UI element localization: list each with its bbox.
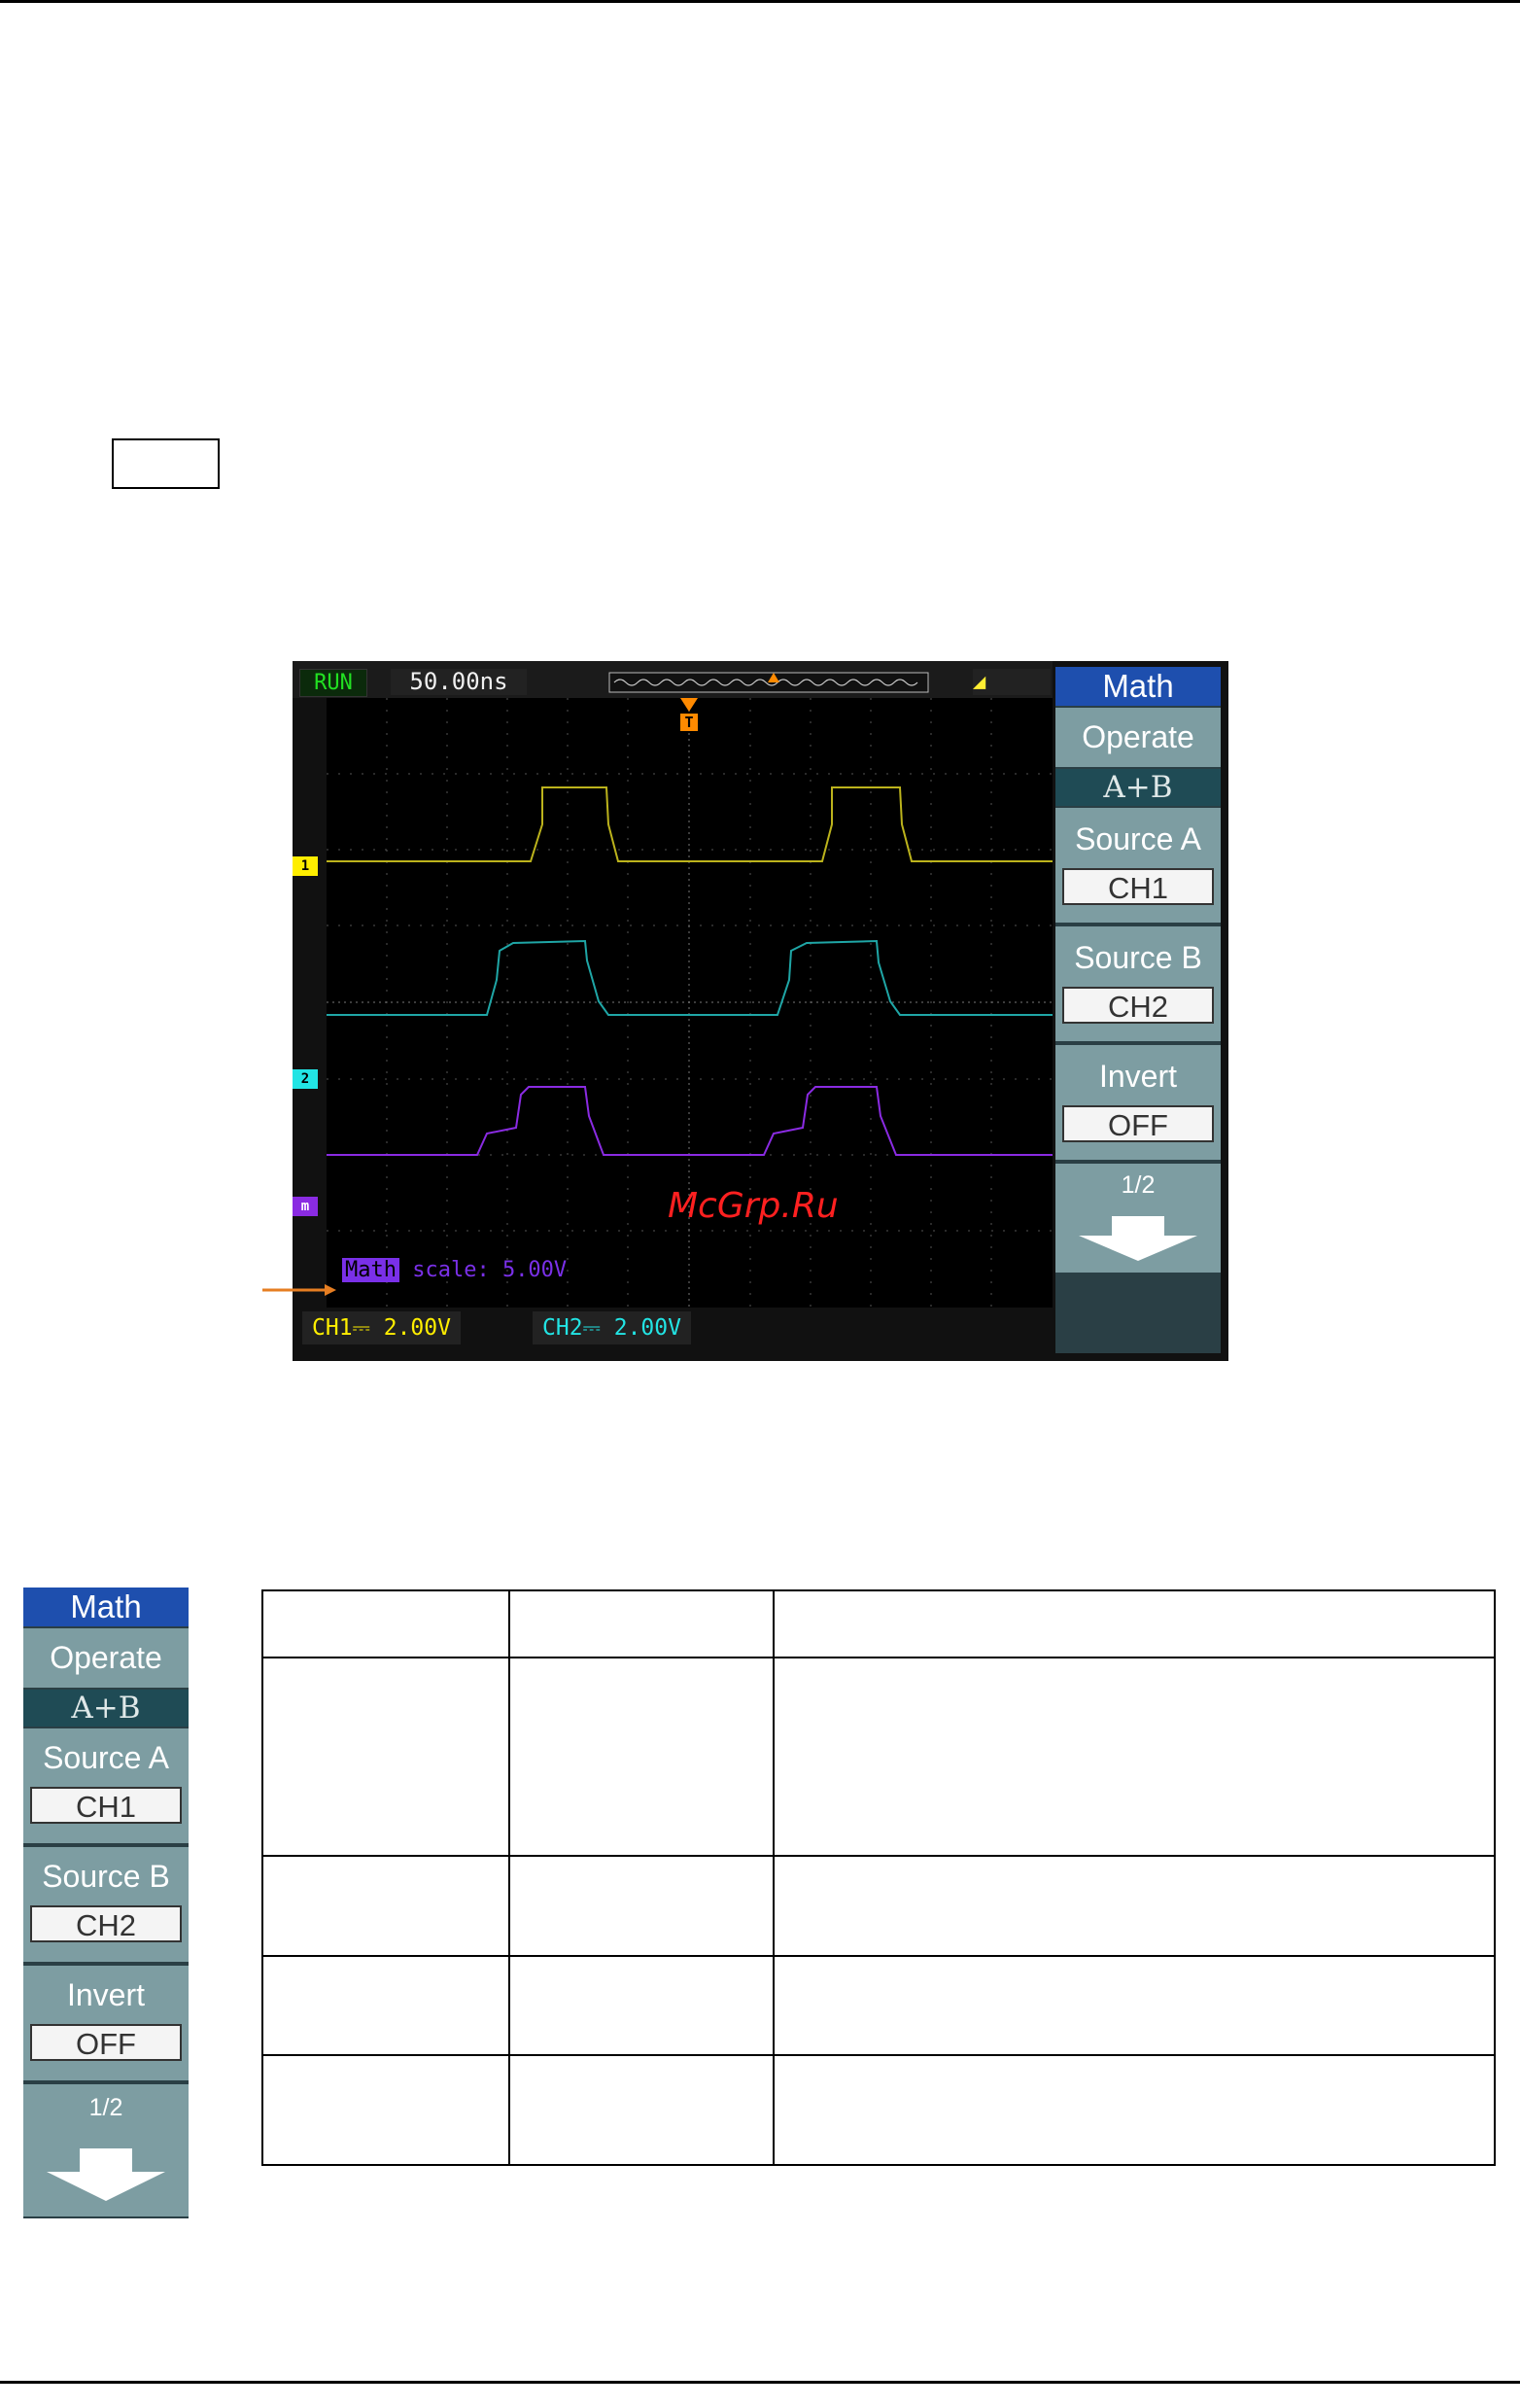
table-cell [508,1657,775,1857]
table-cell [773,1657,1496,1857]
table-cell [773,1589,1496,1658]
source-b-softkey[interactable]: Source B CH2 [1055,926,1221,1043]
next-page-softkey[interactable]: 1/2 [23,2084,189,2216]
table-cell [773,1855,1496,1957]
memory-position-bar [608,672,929,693]
arrow-down-icon [47,2148,165,2201]
arrow-down-icon [1079,1216,1197,1261]
trigger-edge-icon: ◢ [973,669,1051,695]
math-menu-panel: Math Operate A+B Source A CH1 Source B C… [1055,667,1221,1353]
table-row [261,1657,1496,1857]
table-cell [508,1955,775,2056]
source-a-value: CH1 [1062,868,1214,905]
menu-title: Math [1055,667,1221,706]
table-cell [261,1955,510,2056]
ch1-scale-readout: CH1⎓ 2.00V [302,1311,461,1344]
invert-label: Invert [1098,1059,1178,1094]
invert-value: OFF [30,2024,182,2061]
table-cell [773,2054,1496,2166]
table-header-row [261,1589,1496,1658]
source-a-softkey[interactable]: Source A CH1 [23,1728,189,1845]
math-menu-reference: Math Operate A+B Source A CH1 Source B C… [23,1588,189,2218]
operate-value: A+B [23,1690,189,1727]
math-marker: m [293,1197,318,1216]
operate-softkey[interactable]: Operate [23,1628,189,1690]
ch2-marker: 2 [293,1069,318,1089]
source-a-label: Source A [43,1740,169,1775]
bottom-rule [0,2381,1520,2384]
menu-title: Math [23,1588,189,1626]
source-b-value: CH2 [1062,987,1214,1024]
math-scale-value: scale: 5.00V [398,1258,568,1282]
invert-label: Invert [66,1977,146,2012]
source-a-label: Source A [1075,821,1201,856]
table-cell [261,1855,510,1957]
source-b-value: CH2 [30,1905,182,1942]
table-cell [261,2054,510,2166]
invert-value: OFF [1062,1105,1214,1142]
math-scale-pointer-arrow [262,1284,336,1296]
source-a-softkey[interactable]: Source A CH1 [1055,808,1221,925]
table-row [261,1855,1496,1957]
front-panel-key-box [112,438,220,489]
table-cell [261,1657,510,1857]
invert-softkey[interactable]: Invert OFF [1055,1045,1221,1162]
watermark: McGrp.Ru [668,1186,839,1226]
source-b-softkey[interactable]: Source B CH2 [23,1847,189,1964]
operate-value: A+B [1055,769,1221,806]
ch1-marker: 1 [293,856,318,876]
math-tag: Math [342,1258,399,1282]
table-cell [508,1855,775,1957]
table-row [261,2054,1496,2166]
source-b-label: Source B [1074,940,1202,975]
table-row [261,1955,1496,2056]
table-cell [508,2054,775,2166]
math-scale-readout: Math scale: 5.00V [342,1258,567,1282]
ch2-scale-readout: CH2⎓ 2.00V [533,1311,691,1344]
invert-softkey[interactable]: Invert OFF [23,1966,189,2082]
run-status: RUN [299,669,367,697]
source-b-label: Source B [42,1859,170,1894]
top-rule [0,0,1520,3]
page-indicator: 1/2 [88,2094,123,2121]
table-cell [773,1955,1496,2056]
page-indicator: 1/2 [1121,1171,1156,1199]
next-page-softkey[interactable]: 1/2 [1055,1164,1221,1273]
source-a-value: CH1 [30,1787,182,1824]
timebase-readout: 50.00ns [391,669,527,695]
operate-label: Operate [1082,719,1194,754]
oscilloscope-screenshot: RUN 50.00ns ◢ T 1 2 m Math scale: 5.00V [293,661,1228,1361]
parameter-table [261,1589,1496,2166]
table-cell [508,1589,775,1658]
operate-label: Operate [50,1640,162,1675]
table-cell [261,1589,510,1658]
operate-softkey[interactable]: Operate [1055,708,1221,769]
trigger-position-marker: T [684,714,694,731]
